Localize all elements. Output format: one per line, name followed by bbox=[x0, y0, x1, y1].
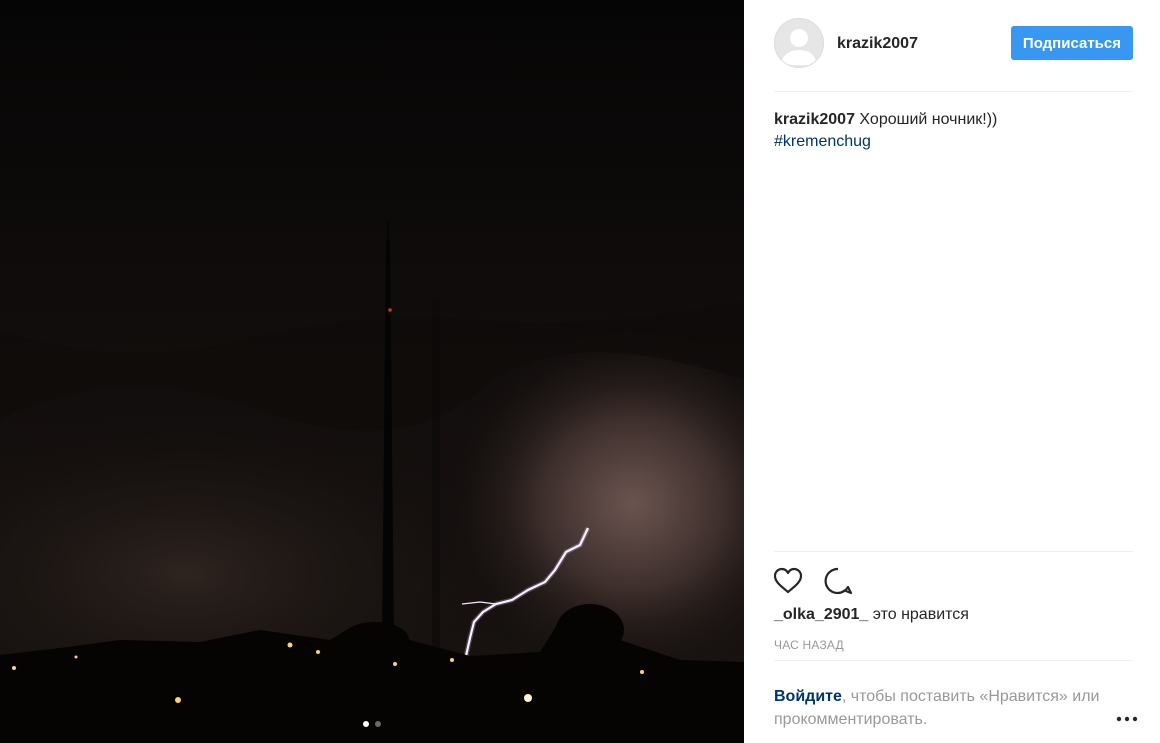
login-link[interactable]: Войдите bbox=[774, 688, 842, 705]
likes-line: _olka_2901_ это нравится bbox=[774, 606, 969, 624]
post-author-username[interactable]: krazik2007 bbox=[837, 35, 918, 53]
carousel-indicator bbox=[0, 721, 744, 727]
post-timestamp[interactable]: час назад bbox=[774, 638, 844, 652]
post-actions bbox=[772, 551, 1133, 612]
default-avatar-icon[interactable] bbox=[774, 18, 824, 68]
more-dots-icon[interactable] bbox=[1116, 710, 1138, 722]
carousel-dot-1[interactable] bbox=[363, 721, 369, 727]
post-header: krazik2007 Подписаться bbox=[774, 18, 1133, 92]
post-caption: krazik2007 Хороший ночник!)) #kremenchug bbox=[774, 109, 1133, 153]
night-lightning-photo bbox=[0, 0, 744, 743]
instagram-post: krazik2007 Подписаться krazik2007 Хороши… bbox=[0, 0, 1160, 743]
post-photo[interactable] bbox=[0, 0, 744, 743]
caption-text: Хороший ночник!)) bbox=[859, 111, 998, 128]
follow-button[interactable]: Подписаться bbox=[1010, 26, 1133, 60]
login-prompt: Войдите, чтобы поставить «Нравится» или … bbox=[774, 660, 1133, 731]
comment-bubble-icon[interactable] bbox=[822, 565, 854, 597]
liker-username[interactable]: _olka_2901_ bbox=[774, 606, 868, 623]
heart-icon[interactable] bbox=[772, 565, 804, 597]
post-sidebar: krazik2007 Подписаться krazik2007 Хороши… bbox=[744, 0, 1160, 743]
likes-suffix: это нравится bbox=[872, 606, 969, 623]
hashtag-link[interactable]: #kremenchug bbox=[774, 131, 1133, 153]
carousel-dot-2[interactable] bbox=[375, 721, 381, 727]
caption-username[interactable]: krazik2007 bbox=[774, 111, 855, 128]
